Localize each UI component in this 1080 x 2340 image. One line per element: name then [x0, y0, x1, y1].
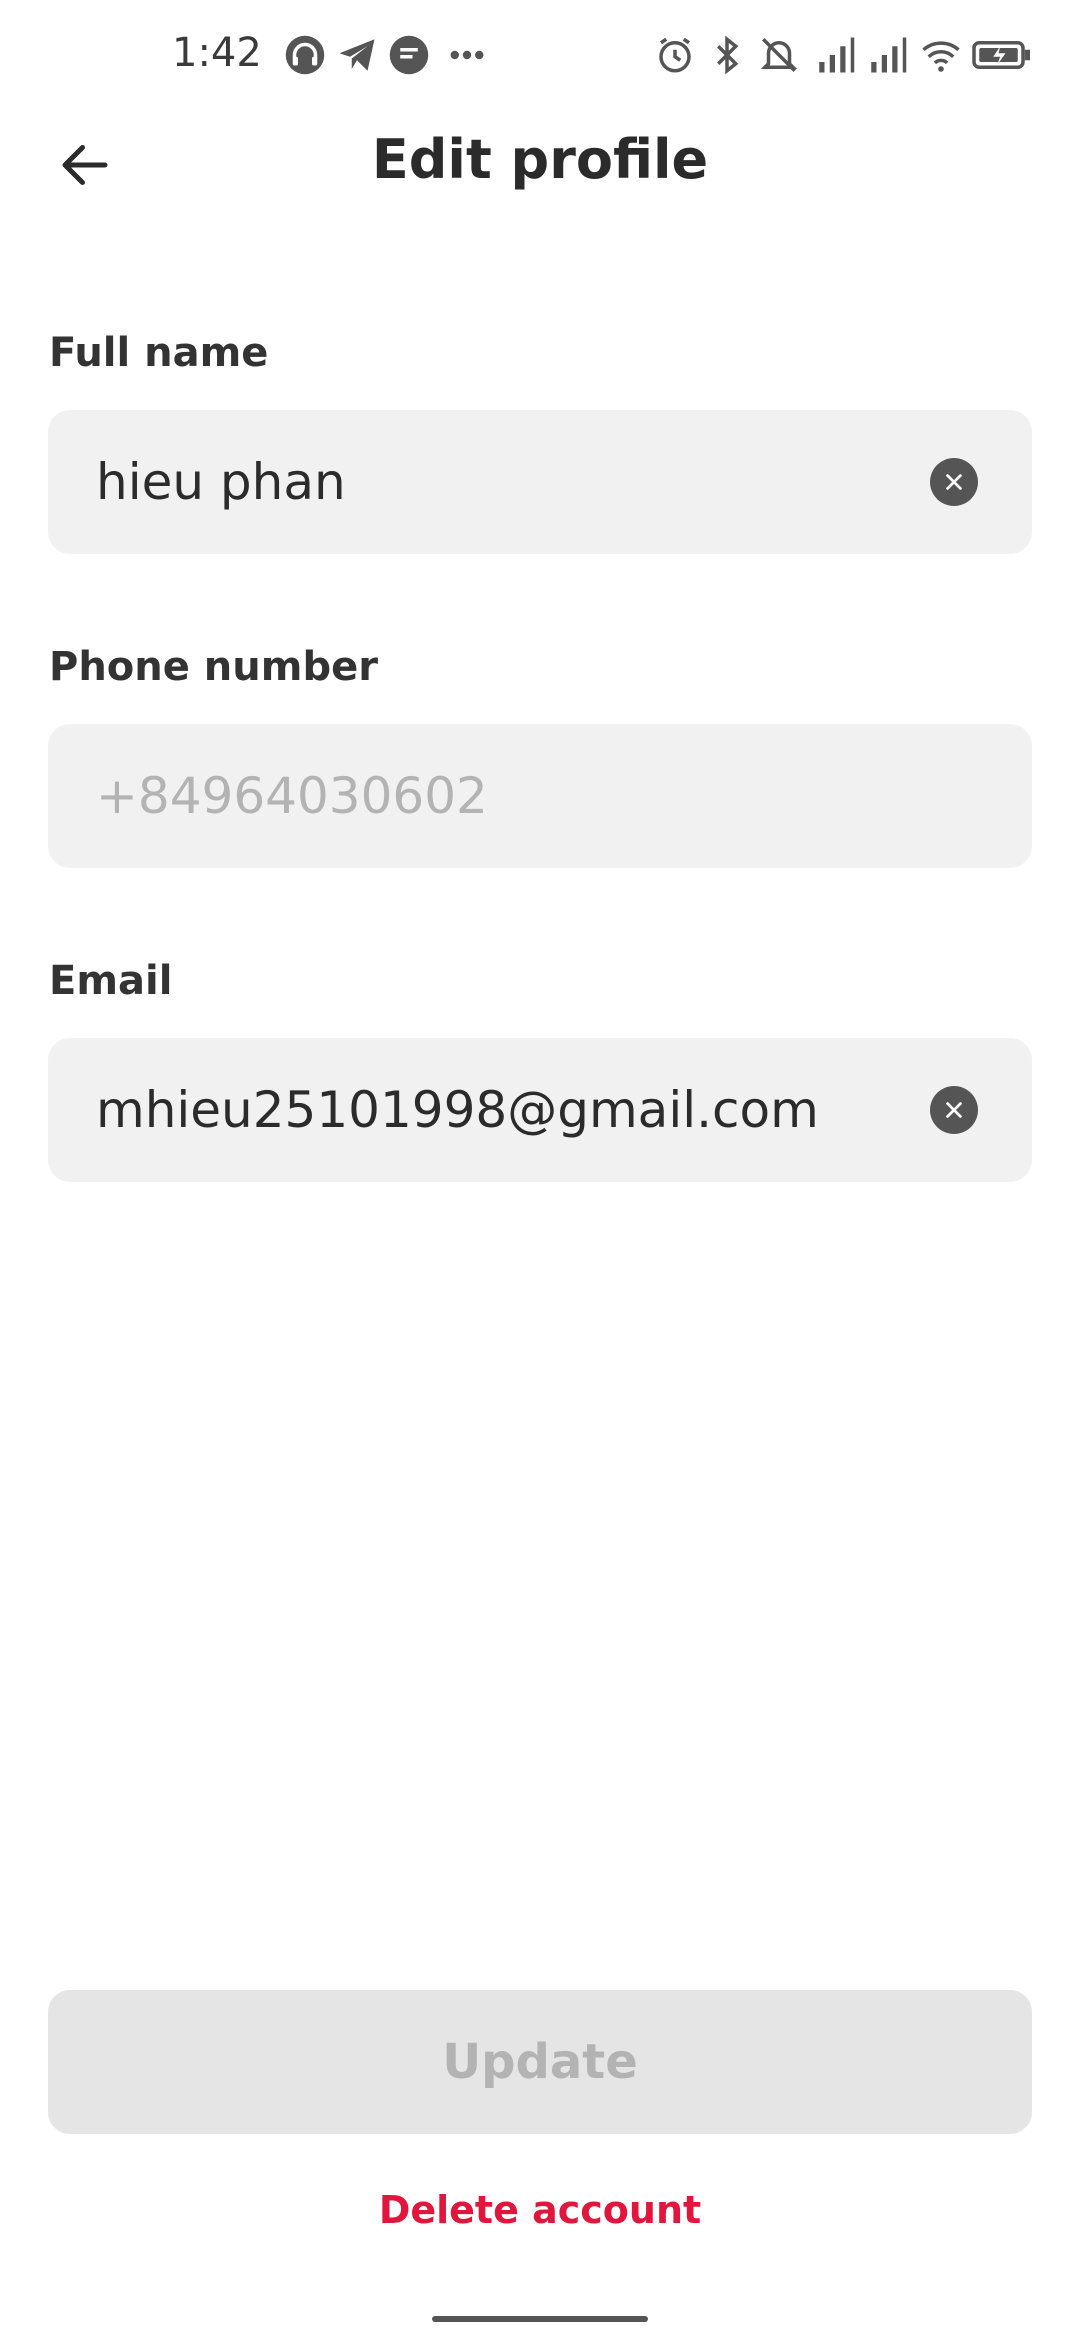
bluetooth-icon — [717, 35, 739, 75]
bell-off-icon — [760, 38, 798, 72]
headset-icon — [285, 35, 325, 75]
more-dots-icon — [450, 50, 484, 60]
signal-icon — [871, 37, 907, 73]
telegram-icon — [339, 39, 375, 71]
full-name-label: Full name — [49, 330, 269, 376]
phone-number-input — [96, 724, 916, 868]
signal-icon — [819, 37, 855, 73]
email-label: Email — [49, 958, 173, 1004]
clear-email-button[interactable] — [930, 1086, 978, 1134]
home-indicator — [432, 2316, 648, 2322]
status-time: 1:42 — [172, 30, 262, 76]
phone-number-label: Phone number — [49, 644, 378, 690]
full-name-input[interactable] — [96, 410, 916, 554]
delete-account-link[interactable]: Delete account — [0, 2188, 1080, 2232]
full-name-field — [48, 410, 1032, 554]
close-icon — [946, 1102, 962, 1118]
chat-bubble-icon — [389, 35, 429, 75]
close-icon — [946, 474, 962, 490]
battery-charging-icon — [972, 41, 1030, 69]
phone-number-field — [48, 724, 1032, 868]
page-title: Edit profile — [371, 128, 709, 191]
email-input[interactable] — [96, 1038, 916, 1182]
update-button[interactable]: Update — [48, 1990, 1032, 2134]
clear-full-name-button[interactable] — [930, 458, 978, 506]
email-field — [48, 1038, 1032, 1182]
status-bar: 1:42 — [0, 0, 1080, 110]
wifi-icon — [922, 41, 960, 72]
alarm-icon — [659, 37, 691, 73]
